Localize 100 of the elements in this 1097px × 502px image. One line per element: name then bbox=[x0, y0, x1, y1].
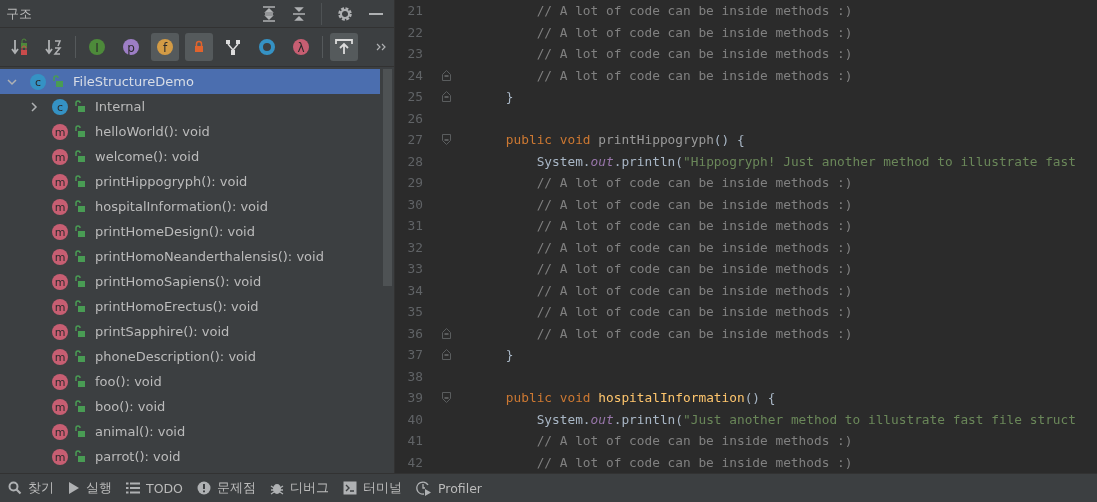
more-chevron-icon[interactable] bbox=[376, 42, 388, 52]
tree-item-label: printHomeDesign(): void bbox=[95, 224, 255, 239]
tree-item[interactable]: m foo(): void bbox=[0, 369, 380, 394]
unlocked-padlock-icon bbox=[74, 125, 86, 138]
line-number: 39 bbox=[406, 390, 423, 406]
class-icon: c bbox=[29, 72, 47, 91]
tree-item-label: Internal bbox=[95, 99, 146, 114]
code-line: } bbox=[505, 347, 514, 363]
code-line: // A lot of code can be inside methods :) bbox=[536, 67, 853, 83]
line-number: 35 bbox=[406, 304, 423, 320]
unlocked-padlock-icon bbox=[74, 150, 86, 163]
tree-item-label: helloWorld(): void bbox=[95, 124, 210, 139]
code-line: } bbox=[505, 89, 514, 105]
unlocked-padlock-icon bbox=[52, 75, 64, 88]
run-tool-button[interactable]: 실행 bbox=[66, 474, 122, 502]
code-line: // A lot of code can be inside methods :) bbox=[536, 196, 853, 212]
unlocked-padlock-icon bbox=[74, 425, 86, 438]
tree-item[interactable]: m phoneDescription(): void bbox=[0, 344, 380, 369]
fold-marker-icon[interactable] bbox=[442, 349, 451, 361]
tree-item[interactable]: m printHomoSapiens(): void bbox=[0, 269, 380, 294]
tree-item-label: phoneDescription(): void bbox=[95, 349, 256, 364]
fold-marker-icon[interactable] bbox=[442, 392, 451, 404]
unlocked-padlock-icon bbox=[74, 400, 86, 413]
code-line: // A lot of code can be inside methods :) bbox=[536, 46, 853, 62]
code-line: // A lot of code can be inside methods :) bbox=[536, 282, 853, 298]
bug-icon bbox=[269, 481, 284, 495]
tree-item-label: parrot(): void bbox=[95, 449, 181, 464]
chevron-icon[interactable] bbox=[28, 100, 40, 113]
line-number: 26 bbox=[406, 110, 423, 126]
method-icon: m bbox=[51, 297, 69, 316]
collapse-all-icon[interactable] bbox=[291, 5, 307, 22]
tree-item[interactable]: m welcome(): void bbox=[0, 144, 380, 169]
fold-marker-icon[interactable] bbox=[442, 91, 451, 103]
problems-tool-button[interactable]: 문제점 bbox=[194, 474, 266, 502]
warning-icon bbox=[196, 481, 211, 495]
sort-lock-icon bbox=[10, 37, 30, 57]
debug-tool-button[interactable]: 디버그 bbox=[267, 474, 339, 502]
todo-tool-button[interactable]: TODO bbox=[124, 474, 193, 502]
code-line: // A lot of code can be inside methods :) bbox=[536, 24, 853, 40]
method-icon: m bbox=[51, 447, 69, 466]
tree-item[interactable]: m printHomoNeanderthalensis(): void bbox=[0, 244, 380, 269]
line-number: 24 bbox=[406, 67, 423, 83]
method-icon: m bbox=[51, 422, 69, 441]
code-line: // A lot of code can be inside methods :) bbox=[536, 218, 853, 234]
play-icon bbox=[68, 481, 80, 495]
unlocked-padlock-icon bbox=[74, 175, 86, 188]
panel-title: 구조 bbox=[6, 4, 32, 23]
code-line: public void hospitalInformation() { bbox=[505, 390, 776, 406]
fold-marker-icon[interactable] bbox=[442, 327, 451, 339]
sort-alpha-icon bbox=[44, 37, 64, 57]
line-number: 37 bbox=[406, 347, 423, 363]
line-number: 41 bbox=[406, 433, 423, 449]
unlocked-padlock-icon bbox=[74, 325, 86, 338]
unlocked-padlock-icon bbox=[74, 225, 86, 238]
expand-all-icon[interactable] bbox=[261, 5, 277, 22]
settings-icon[interactable] bbox=[336, 4, 354, 23]
tree-item[interactable]: m printHomoErectus(): void bbox=[0, 294, 380, 319]
method-icon: m bbox=[51, 172, 69, 191]
tree-item-label: printHomoErectus(): void bbox=[95, 299, 259, 314]
code-line: // A lot of code can be inside methods :) bbox=[536, 261, 853, 277]
line-number: 29 bbox=[406, 175, 423, 191]
tree-item[interactable]: m parrot(): void bbox=[0, 444, 380, 469]
method-icon: m bbox=[51, 372, 69, 391]
code-line: // A lot of code can be inside methods :) bbox=[536, 325, 853, 341]
fold-marker-icon[interactable] bbox=[442, 69, 451, 81]
clock-play-icon bbox=[415, 480, 432, 496]
tree-item[interactable]: m printSapphire(): void bbox=[0, 319, 380, 344]
method-icon: m bbox=[51, 397, 69, 416]
class-icon: c bbox=[51, 97, 69, 116]
search-tool-button[interactable]: 찾기 bbox=[6, 474, 64, 502]
tree-item-label: foo(): void bbox=[95, 374, 162, 389]
tree-item-label: animal(): void bbox=[95, 424, 186, 439]
code-line: // A lot of code can be inside methods :) bbox=[536, 454, 853, 470]
fold-marker-icon[interactable] bbox=[442, 134, 451, 146]
line-number: 22 bbox=[406, 24, 423, 40]
tree-item[interactable]: m hospitalInformation(): void bbox=[0, 194, 380, 219]
unlocked-padlock-icon bbox=[74, 100, 86, 113]
unlocked-padlock-icon bbox=[74, 375, 86, 388]
code-line: // A lot of code can be inside methods :) bbox=[536, 433, 853, 449]
profiler-tool-button[interactable]: Profiler bbox=[413, 474, 492, 502]
tree-item[interactable]: m boo(): void bbox=[0, 394, 380, 419]
list-icon bbox=[126, 482, 140, 494]
method-icon: m bbox=[51, 247, 69, 266]
tree-item-label: printHippogryph(): void bbox=[95, 174, 248, 189]
code-line: // A lot of code can be inside methods :) bbox=[536, 3, 853, 19]
tree-item[interactable]: m printHippogryph(): void bbox=[0, 169, 380, 194]
code-line: // A lot of code can be inside methods :) bbox=[536, 304, 853, 320]
toolbar-toggle-button[interactable] bbox=[185, 33, 213, 61]
method-icon: m bbox=[51, 222, 69, 241]
tree-item[interactable]: m animal(): void bbox=[0, 419, 380, 444]
unlocked-padlock-icon bbox=[74, 275, 86, 288]
tree-item[interactable]: c Internal bbox=[0, 94, 380, 119]
tree-item[interactable]: m printHomeDesign(): void bbox=[0, 219, 380, 244]
unlocked-padlock-icon bbox=[74, 350, 86, 363]
tree-item[interactable]: m helloWorld(): void bbox=[0, 119, 380, 144]
terminal-tool-button[interactable]: 터미널 bbox=[340, 474, 412, 502]
line-number: 42 bbox=[406, 454, 423, 470]
tree-item-label: hospitalInformation(): void bbox=[95, 199, 268, 214]
toolbar-toggle-button[interactable] bbox=[330, 33, 358, 61]
tree-item[interactable]: c FileStructureDemo bbox=[0, 69, 380, 94]
